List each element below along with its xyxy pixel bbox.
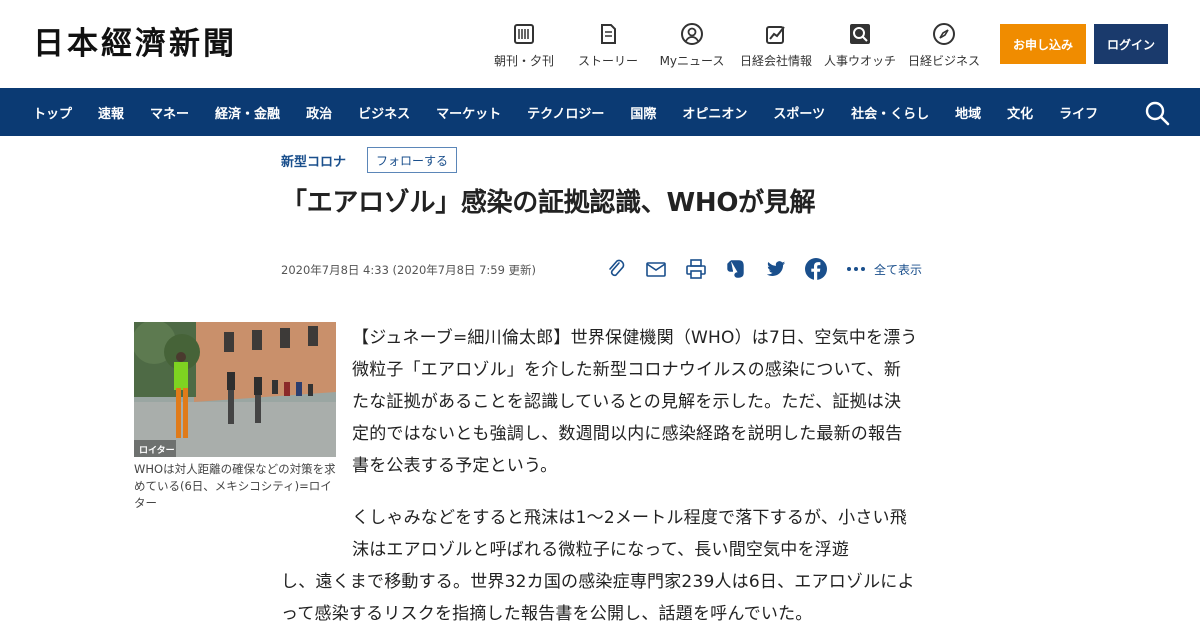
share-toolbar: 全て表示 — [604, 257, 922, 281]
category-nav: トップ 速報 マネー 経済・金融 政治 ビジネス マーケット テクノロジー 国際… — [0, 88, 1200, 136]
site-logo[interactable]: 日本經濟新聞 — [33, 24, 237, 64]
category-item-breaking[interactable]: 速報 — [85, 103, 137, 122]
story-icon — [596, 22, 620, 46]
login-button[interactable]: ログイン — [1094, 24, 1168, 64]
nav-label: 人事ウオッチ — [823, 54, 896, 68]
clip-icon[interactable] — [604, 257, 628, 281]
subscribe-button[interactable]: お申し込み — [1000, 24, 1086, 64]
category-item-market[interactable]: マーケット — [423, 103, 514, 122]
follow-button[interactable]: フォローする — [367, 147, 457, 173]
article-paragraph: くしゃみなどをすると飛沫は1～2メートル程度で落下するが、小さい飛沫はエアロゾル… — [352, 508, 907, 560]
newspaper-icon — [512, 22, 536, 46]
article-photo[interactable]: ロイター — [134, 322, 336, 457]
category-item-technology[interactable]: テクノロジー — [514, 103, 617, 122]
nav-item-story[interactable]: ストーリー — [568, 22, 648, 69]
category-item-business[interactable]: ビジネス — [345, 103, 423, 122]
nav-item-jinji[interactable]: 人事ウオッチ — [820, 22, 900, 69]
print-icon[interactable] — [684, 257, 708, 281]
search-person-icon — [848, 22, 872, 46]
photo-caption: WHOは対人距離の確保などの対策を求めている(6日、メキシコシティ)=ロイター — [134, 462, 336, 510]
user-icon — [680, 22, 704, 46]
article-date: 2020年7月8日 4:33 (2020年7月8日 7:59 更新) — [281, 263, 537, 277]
category-item-money[interactable]: マネー — [137, 103, 202, 122]
nav-item-business[interactable]: 日経ビジネス — [904, 22, 984, 69]
nav-label: ストーリー — [577, 54, 638, 68]
header-nav: 朝刊・夕刊 ストーリー Myニュース 日経会社情報 人事ウオッチ 日経ビジネス — [484, 22, 988, 69]
topic-link[interactable]: 新型コロナ — [281, 151, 346, 170]
category-item-society[interactable]: 社会・くらし — [838, 103, 942, 122]
evernote-icon[interactable] — [724, 257, 748, 281]
nav-label: 日経会社情報 — [739, 54, 812, 68]
photo-credit: ロイター — [139, 446, 175, 456]
category-item-region[interactable]: 地域 — [942, 103, 994, 122]
nav-item-paper[interactable]: 朝刊・夕刊 — [484, 22, 564, 69]
article-title: 「エアロゾル」感染の証拠認識、WHOが見解 — [281, 188, 816, 218]
category-item-politics[interactable]: 政治 — [293, 103, 345, 122]
category-item-life[interactable]: ライフ — [1046, 103, 1111, 122]
compass-icon — [932, 22, 956, 46]
category-item-opinion[interactable]: オピニオン — [669, 103, 760, 122]
site-header: 日本經濟新聞 朝刊・夕刊 ストーリー Myニュース 日経会社情報 人事ウオッチ … — [0, 0, 1200, 88]
nav-item-company[interactable]: 日経会社情報 — [736, 22, 816, 69]
category-item-culture[interactable]: 文化 — [994, 103, 1046, 122]
more-icon[interactable] — [844, 257, 868, 281]
facebook-icon[interactable] — [804, 257, 828, 281]
nav-item-mynews[interactable]: Myニュース — [652, 22, 732, 69]
search-icon[interactable] — [1144, 100, 1170, 126]
article-paragraph: し、遠くまで移動する。世界32カ国の感染症専門家239人は6日、エアロゾルによっ… — [281, 572, 915, 624]
category-item-international[interactable]: 国際 — [617, 103, 669, 122]
twitter-icon[interactable] — [764, 257, 788, 281]
category-item-sports[interactable]: スポーツ — [760, 103, 838, 122]
article-paragraph: 【ジュネーブ=細川倫太郎】世界保健機関（WHO）は7日、空気中を漂う微粒子「エア… — [352, 328, 918, 476]
category-item-top[interactable]: トップ — [20, 103, 85, 122]
mail-icon[interactable] — [644, 257, 668, 281]
nav-label: Myニュース — [659, 54, 725, 68]
nav-label: 日経ビジネス — [907, 54, 980, 68]
nav-label: 朝刊・夕刊 — [493, 54, 554, 68]
category-item-economy[interactable]: 経済・金融 — [202, 103, 293, 122]
chart-icon — [764, 22, 788, 46]
share-all-link[interactable]: 全て表示 — [874, 261, 922, 278]
